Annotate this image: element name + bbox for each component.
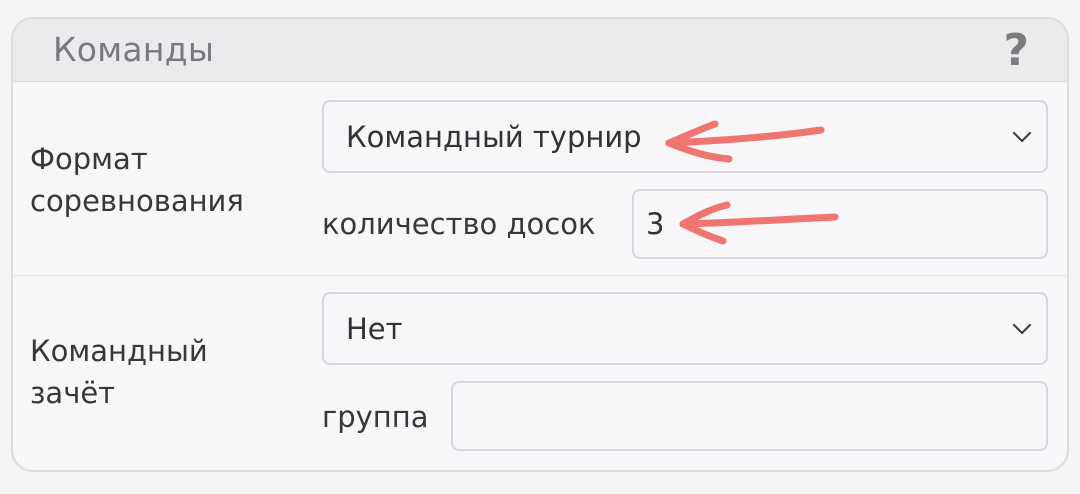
- boards-count-label: количество досок: [322, 207, 596, 241]
- chevron-down-icon: [1012, 131, 1032, 142]
- boards-count-value: 3: [646, 207, 665, 241]
- panel-header: Команды ?: [13, 19, 1067, 82]
- help-icon[interactable]: ?: [1003, 25, 1029, 76]
- chevron-down-icon: [1012, 323, 1032, 334]
- group-input[interactable]: [451, 381, 1048, 451]
- teams-panel: Команды ? Формат соревнования Командный …: [11, 17, 1069, 472]
- panel-title: Команды: [53, 30, 215, 69]
- row-divider: [13, 275, 1067, 276]
- team-scoring-label: Командный зачёт: [30, 334, 208, 410]
- format-label: Формат соревнования: [30, 142, 244, 218]
- format-select-value: Командный турнир: [346, 119, 642, 154]
- group-label: группа: [322, 400, 429, 434]
- team-scoring-select[interactable]: Нет: [322, 292, 1048, 365]
- team-scoring-select-value: Нет: [346, 311, 403, 346]
- red-arrow-icon: [679, 201, 839, 245]
- red-arrow-icon: [665, 120, 825, 163]
